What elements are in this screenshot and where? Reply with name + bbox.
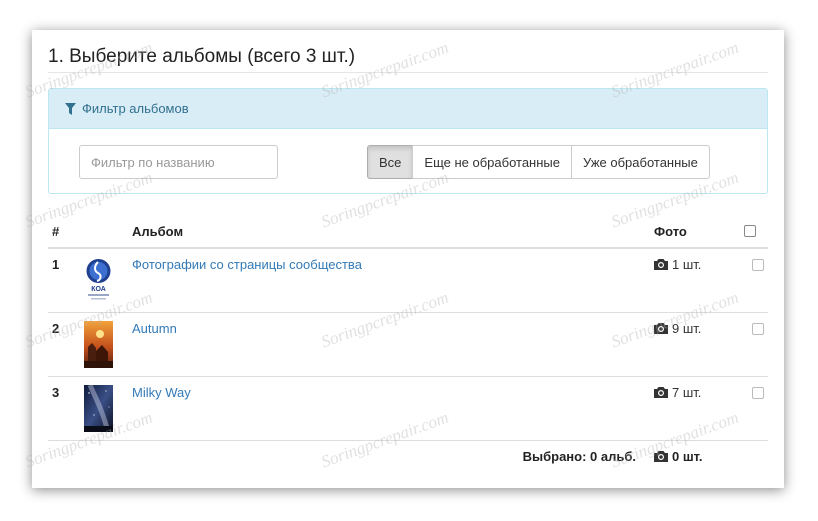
filter-icon (65, 102, 76, 115)
album-link[interactable]: Milky Way (132, 385, 191, 400)
album-selection-card: 1. Выберите альбомы (всего 3 шт.) Фильтр… (32, 30, 784, 488)
table-header-row: # Альбом Фото (48, 216, 768, 249)
camera-icon (654, 387, 668, 398)
row-number: 2 (48, 312, 78, 377)
table-row: 3 Milky Way 7 шт. (48, 376, 768, 441)
camera-icon (654, 451, 668, 463)
logo-thumbnail: КОА (84, 257, 113, 304)
header-select-all (740, 216, 768, 249)
header-photos: Фото (650, 216, 740, 249)
row-select-checkbox[interactable] (752, 259, 764, 271)
filter-unprocessed-button[interactable]: Еще не обработанные (412, 145, 572, 179)
albums-table: # Альбом Фото 1 КОА Фотографии со страни… (48, 216, 768, 473)
filter-all-button[interactable]: Все (367, 145, 414, 179)
photo-count: 1 шт. (672, 257, 702, 272)
photo-count: 9 шт. (672, 321, 702, 336)
selected-photos-summary: 0 шт. (672, 449, 703, 465)
album-name-filter-input[interactable] (79, 145, 278, 179)
filter-panel-title: Фильтр альбомов (82, 101, 189, 116)
svg-text:КОА: КОА (91, 286, 106, 293)
row-select-checkbox[interactable] (752, 387, 764, 399)
camera-icon (654, 323, 668, 334)
filter-panel-header[interactable]: Фильтр альбомов (49, 89, 767, 129)
row-number: 1 (52, 257, 60, 272)
photo-count: 7 шт. (672, 385, 702, 400)
header-number: # (48, 216, 78, 249)
status-filter-button-group: Все Еще не обработанные Уже обработанные (367, 145, 710, 179)
table-row: 1 КОА Фотографии со страницы сообщества … (48, 248, 768, 313)
filter-processed-button[interactable]: Уже обработанные (571, 145, 710, 179)
section-title: 1. Выберите альбомы (всего 3 шт.) (48, 46, 356, 67)
header-album: Альбом (128, 216, 650, 249)
header-thumbnail (78, 216, 128, 249)
select-all-checkbox[interactable] (744, 225, 756, 237)
row-number: 3 (48, 376, 78, 441)
filter-panel-body: Все Еще не обработанные Уже обработанные (49, 129, 767, 193)
row-select-checkbox[interactable] (752, 323, 764, 335)
album-filter-panel: Фильтр альбомов Все Еще не обработанные … (48, 88, 768, 194)
table-row: 2 Autumn 9 шт. (48, 312, 768, 377)
table-footer-row: Выбрано: 0 альб. 0 шт. (48, 440, 768, 473)
selected-albums-summary: Выбрано: 0 альб. (48, 440, 650, 473)
title-divider (48, 72, 768, 73)
milky-way-thumbnail (84, 385, 113, 432)
autumn-thumbnail (84, 321, 113, 368)
album-link[interactable]: Фотографии со страницы сообщества (132, 257, 362, 272)
camera-icon (654, 259, 668, 270)
album-link[interactable]: Autumn (132, 321, 177, 336)
